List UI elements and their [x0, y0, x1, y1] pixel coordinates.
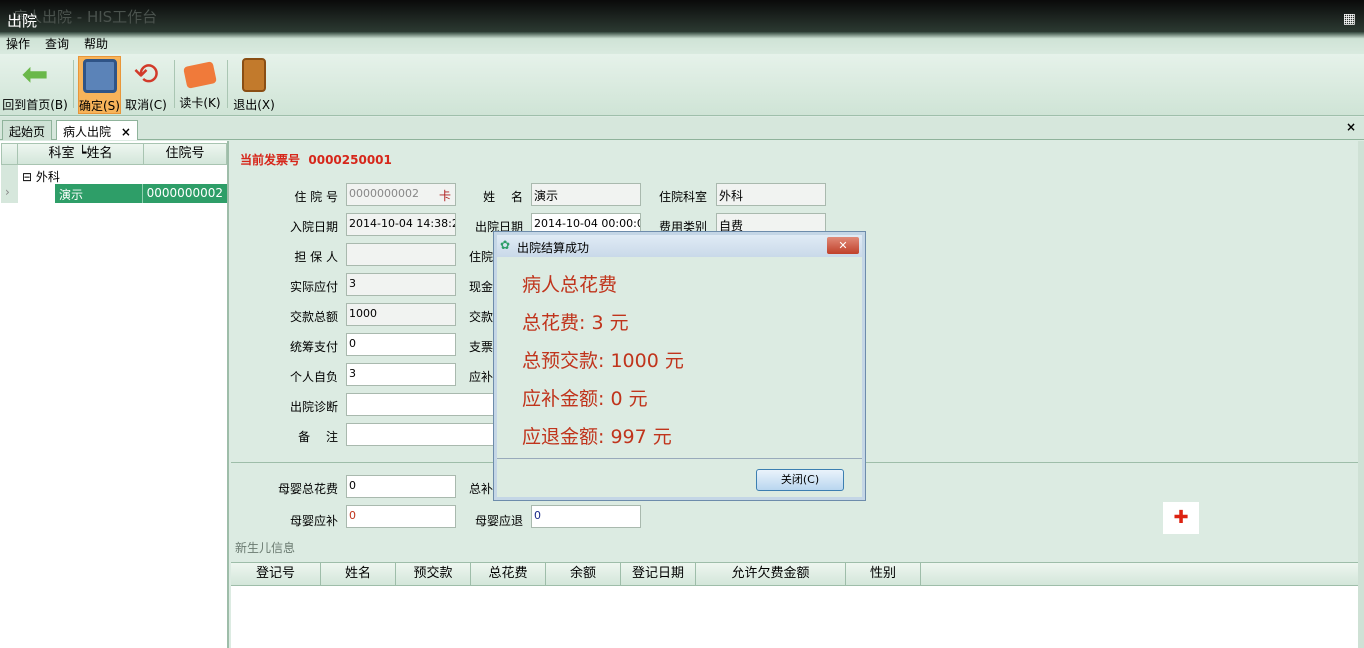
read-card-button[interactable]: 读卡(K) [178, 56, 222, 114]
deposit-total-field[interactable]: 1000 [346, 303, 456, 326]
row-pointer-icon: › [5, 185, 10, 199]
mb-supplement-field[interactable]: 0 [346, 505, 456, 528]
layout-icon[interactable]: ▦ [1343, 11, 1356, 27]
settlement-dialog: ✿ 出院结算成功 ✕ 病人总花费 总花费: 3 元 总预交款: 1000 元 应… [493, 231, 866, 501]
exit-button[interactable]: 退出(X) [232, 56, 276, 114]
menu-bar: 操作 查询 帮助 [0, 32, 1364, 54]
app-logo-icon: ✿ [500, 238, 511, 252]
tab-discharge[interactable]: 病人出院 × [56, 120, 138, 140]
menu-query[interactable]: 查询 [45, 35, 69, 52]
invoice-info: 当前发票号 0000250001 [240, 153, 392, 167]
supplement-text: 应补金额: 0 元 [522, 388, 648, 410]
close-tab-icon[interactable]: × [121, 125, 131, 139]
newborn-title: 新生儿信息 [235, 541, 296, 555]
col-arrears[interactable]: 允许欠费金额 [696, 563, 846, 585]
undo-icon: ⟲ [133, 57, 159, 92]
newborn-header: 登记号 姓名 预交款 总花费 余额 登记日期 允许欠费金额 性别 [231, 563, 1358, 586]
menu-help[interactable]: 帮助 [84, 35, 108, 52]
mb-refund-field[interactable]: 0 [531, 505, 641, 528]
name-field[interactable]: 演示 [531, 183, 641, 206]
col-balance[interactable]: 余额 [546, 563, 621, 585]
col-prepaid[interactable]: 预交款 [396, 563, 471, 585]
col-reg-no[interactable]: 登记号 [231, 563, 321, 585]
dept-field[interactable]: 外科 [716, 183, 826, 206]
menu-operate[interactable]: 操作 [6, 35, 30, 52]
col-inpatient-no[interactable]: 住院号 [143, 143, 227, 165]
col-gender[interactable]: 性别 [846, 563, 921, 585]
scrollbar[interactable] [1358, 141, 1364, 648]
col-total-fee[interactable]: 总花费 [471, 563, 546, 585]
guarantor-field[interactable] [346, 243, 456, 266]
dialog-titlebar: ✿ 出院结算成功 ✕ [497, 235, 862, 257]
title-bar: 病人出院 - HIS工作台 出院 ▦ [0, 0, 1364, 32]
prepaid-text: 总预交款: 1000 元 [522, 350, 684, 372]
cancel-button[interactable]: ⟲ 取消(C) [124, 56, 168, 114]
save-icon [82, 59, 117, 93]
toolbar: ⬅ 回到首页(B) 确定(S) ⟲ 取消(C) 读卡(K) 退出(X) [0, 54, 1364, 116]
card-button[interactable]: 卡 [439, 187, 451, 204]
mb-total-field[interactable]: 0 [346, 475, 456, 498]
dialog-close-icon[interactable]: ✕ [827, 237, 859, 254]
exit-door-icon [242, 58, 266, 92]
dialog-close-button[interactable]: 关闭(C) [756, 469, 844, 491]
home-button[interactable]: ⬅ 回到首页(B) [2, 56, 68, 114]
patient-tree-grid: 科室 ┕姓名 住院号 ⊟ 外科 › 演示 0000000002 [0, 141, 229, 648]
collapse-icon[interactable]: ⊟ [22, 170, 32, 184]
close-all-icon[interactable]: × [1346, 120, 1356, 134]
inpatient-no-field[interactable]: 0000000002 卡 [346, 183, 456, 206]
medicine-bottle-icon[interactable]: ✚ [1163, 502, 1199, 534]
confirm-button[interactable]: 确定(S) [78, 56, 121, 114]
self-pay-field[interactable]: 3 [346, 363, 456, 386]
col-reg-date[interactable]: 登记日期 [621, 563, 696, 585]
id-card-icon [183, 61, 217, 89]
refund-text: 应退金额: 997 元 [522, 426, 672, 448]
tree-row-patient[interactable]: 演示 0000000002 [55, 184, 227, 203]
admit-date-field[interactable]: 2014-10-04 14:38:2 [346, 213, 456, 236]
newborn-table: 登记号 姓名 预交款 总花费 余额 登记日期 允许欠费金额 性别 [231, 562, 1358, 648]
col-name[interactable]: 姓名 [321, 563, 396, 585]
back-arrow-icon: ⬅ [21, 55, 49, 93]
window-title: 出院 [7, 12, 38, 30]
tree-node-dept[interactable]: ⊟ 外科 [22, 168, 60, 185]
pooled-pay-field[interactable]: 0 [346, 333, 456, 356]
dialog-heading: 病人总花费 [522, 274, 618, 296]
total-fee-text: 总花费: 3 元 [522, 312, 629, 334]
col-dept-name[interactable]: 科室 ┕姓名 [17, 143, 144, 165]
actual-pay-field[interactable]: 3 [346, 273, 456, 296]
tab-start[interactable]: 起始页 [2, 120, 53, 140]
tab-bar: 起始页 病人出院 × × [0, 117, 1364, 140]
